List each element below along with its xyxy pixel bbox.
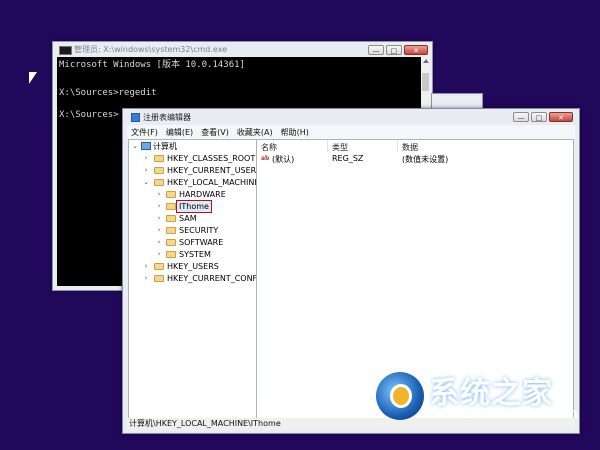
watermark-logo-icon (376, 372, 424, 420)
folder-icon (154, 167, 164, 174)
column-divider[interactable] (327, 140, 328, 152)
cmd-titlebar[interactable]: 管理员: X:\windows\system32\cmd.exe — □ ✕ (53, 42, 432, 57)
folder-icon (154, 155, 164, 162)
scroll-thumb[interactable] (422, 73, 429, 91)
computer-icon (141, 142, 151, 150)
folder-icon (166, 203, 176, 210)
chevron-right-icon[interactable]: › (142, 165, 150, 176)
chevron-right-icon[interactable]: › (155, 213, 163, 224)
column-divider[interactable] (397, 140, 398, 152)
folder-icon (154, 263, 164, 270)
tree-item-label: SECURITY (179, 226, 219, 235)
registry-tree[interactable]: ⌄ 计算机 › HKEY_CLASSES_ROOT › HKEY_CURRENT… (128, 139, 257, 420)
tree-item-label: SOFTWARE (179, 238, 224, 247)
chevron-right-icon[interactable]: › (155, 189, 163, 200)
chevron-right-icon[interactable]: › (155, 237, 163, 248)
table-row[interactable]: ab (默认) REG_SZ (数值未设置) (257, 154, 573, 165)
cmd-line: X:\Sources> (59, 110, 119, 120)
tree-item-label: HKEY_CURRENT_CONFIG (167, 274, 257, 283)
tree-item-label: HKEY_CLASSES_ROOT (167, 154, 256, 163)
chevron-right-icon[interactable]: › (155, 201, 163, 212)
minimize-button[interactable]: — (513, 112, 529, 122)
value-name: (默认) (272, 155, 295, 164)
chevron-down-icon[interactable]: ⌄ (142, 177, 150, 188)
regedit-titlebar[interactable]: 注册表编辑器 — □ ✕ (123, 109, 579, 125)
menu-file[interactable]: 文件(F) (127, 125, 162, 139)
folder-icon (166, 227, 176, 234)
chevron-right-icon[interactable]: › (155, 225, 163, 236)
column-header-type[interactable]: 类型 (332, 142, 348, 153)
tree-item-label-selected: IThome (176, 200, 212, 213)
value-type: REG_SZ (332, 154, 364, 163)
scroll-up-icon[interactable] (423, 59, 429, 63)
menu-view[interactable]: 查看(V) (197, 125, 233, 139)
cmd-icon (59, 46, 72, 55)
value-data: (数值未设置) (402, 155, 449, 164)
tree-item-label: 计算机 (153, 142, 177, 151)
regedit-window-controls: — □ ✕ (511, 112, 573, 122)
cmd-line: X:\Sources>regedit (59, 88, 157, 98)
folder-icon (166, 239, 176, 246)
chevron-down-icon[interactable]: ⌄ (131, 141, 139, 152)
mouse-cursor (29, 72, 37, 84)
cmd-title: 管理员: X:\windows\system32\cmd.exe (74, 45, 228, 54)
cmd-window-controls: — □ ✕ (366, 45, 428, 55)
folder-icon (154, 275, 164, 282)
tree-item-label: HKEY_USERS (167, 262, 219, 271)
string-value-icon: ab (261, 155, 270, 162)
close-button[interactable]: ✕ (549, 112, 573, 122)
close-button[interactable]: ✕ (404, 45, 428, 55)
column-header-data[interactable]: 数据 (402, 142, 418, 153)
watermark-url: www.Ghost123.com (426, 406, 579, 422)
folder-icon (166, 191, 176, 198)
folder-open-icon (154, 179, 164, 186)
chevron-right-icon[interactable]: › (142, 273, 150, 284)
cmd-line: Microsoft Windows [版本 10.0.14361] (59, 60, 245, 70)
watermark: 系统之家 www.Ghost123.com (374, 368, 594, 432)
tree-item-label: SYSTEM (179, 250, 211, 259)
menu-bar: 文件(F) 编辑(E) 查看(V) 收藏夹(A) 帮助(H) (127, 125, 575, 139)
folder-icon (166, 215, 176, 222)
chevron-right-icon[interactable]: › (155, 249, 163, 260)
menu-edit[interactable]: 编辑(E) (162, 125, 197, 139)
tree-item-label: HARDWARE (179, 190, 226, 199)
regedit-icon (131, 113, 140, 122)
maximize-button[interactable]: □ (386, 45, 402, 55)
menu-help[interactable]: 帮助(H) (277, 125, 313, 139)
column-header-row: 名称 类型 数据 (257, 140, 573, 152)
folder-icon (166, 251, 176, 258)
column-header-name[interactable]: 名称 (261, 142, 277, 153)
minimize-button[interactable]: — (368, 45, 384, 55)
tree-item-label: SAM (179, 214, 197, 223)
tree-item-label: HKEY_CURRENT_USER (167, 166, 257, 175)
maximize-button[interactable]: □ (531, 112, 547, 122)
watermark-logo-center (390, 384, 412, 408)
menu-favorites[interactable]: 收藏夹(A) (233, 125, 277, 139)
chevron-right-icon[interactable]: › (142, 261, 150, 272)
tree-item-label: HKEY_LOCAL_MACHINE (167, 178, 257, 187)
chevron-right-icon[interactable]: › (142, 153, 150, 164)
regedit-title: 注册表编辑器 (143, 113, 191, 122)
